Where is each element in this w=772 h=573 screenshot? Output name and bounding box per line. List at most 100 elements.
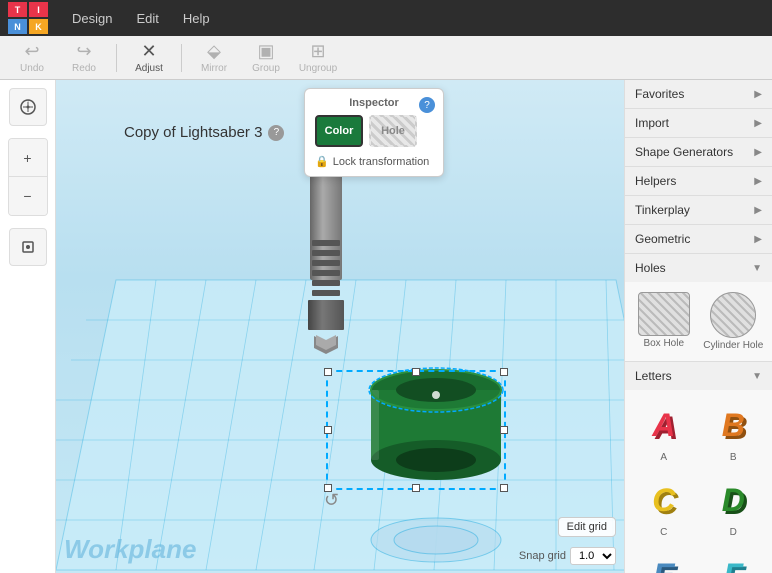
letter-a-item[interactable]: A A xyxy=(631,396,697,467)
chevron-shapegen: ▶ xyxy=(754,147,762,158)
menu-edit[interactable]: Edit xyxy=(124,0,170,36)
logo-cell-bl: N xyxy=(8,19,27,34)
letter-c-item[interactable]: C C xyxy=(631,471,697,542)
lock-label: Lock transformation xyxy=(333,156,430,168)
left-nav-panel: N + − xyxy=(0,80,56,573)
section-holes-header[interactable]: Holes ▼ xyxy=(625,254,772,282)
section-letters: Letters ▼ A A B B C C xyxy=(625,362,772,573)
letter-b-shape: B xyxy=(708,400,758,450)
compass-icon: N xyxy=(19,98,37,116)
ungroup-label: Ungroup xyxy=(299,63,337,74)
toolbar: ↩ Undo ↪ Redo ✕ Adjust ⬙ Mirror ▣ Group … xyxy=(0,36,772,80)
redo-button[interactable]: ↪ Redo xyxy=(60,39,108,77)
fit-icon xyxy=(20,239,36,255)
shapegen-label: Shape Generators xyxy=(635,145,733,159)
ungroup-icon: ⊞ xyxy=(310,41,325,62)
section-helpers-header[interactable]: Helpers ▶ xyxy=(625,167,772,195)
cylinder-hole-shape xyxy=(710,292,756,338)
chevron-geometric: ▶ xyxy=(754,234,762,245)
cylinder-hole-label: Cylinder Hole xyxy=(703,340,763,351)
snap-grid-select[interactable]: 1.0 0.5 0.1 2.0 xyxy=(570,547,616,565)
viewport[interactable]: Copy of Lightsaber 3 ? xyxy=(56,80,624,573)
redo-icon: ↪ xyxy=(76,41,91,62)
section-geometric: Geometric ▶ xyxy=(625,225,772,254)
edit-grid-button[interactable]: Edit grid xyxy=(558,517,616,537)
group-button[interactable]: ▣ Group xyxy=(242,39,290,77)
menu-design[interactable]: Design xyxy=(60,0,124,36)
letters-grid: A A B B C C D D xyxy=(631,396,766,573)
letter-c-label: C xyxy=(660,527,667,538)
favorites-label: Favorites xyxy=(635,87,684,101)
section-favorites: Favorites ▶ xyxy=(625,80,772,109)
inspector-colors: Color Hole xyxy=(315,115,433,147)
hole-label: Hole xyxy=(381,125,405,137)
letter-e-item[interactable]: E E xyxy=(631,546,697,573)
section-import-header[interactable]: Import ▶ xyxy=(625,109,772,137)
help-badge[interactable]: ? xyxy=(268,125,284,141)
undo-button[interactable]: ↩ Undo xyxy=(8,39,56,77)
holes-grid: Box Hole Cylinder Hole xyxy=(631,288,766,355)
letter-b-item[interactable]: B B xyxy=(701,396,767,467)
mirror-icon: ⬙ xyxy=(207,41,221,62)
letter-f-item[interactable]: F F xyxy=(701,546,767,573)
separator-2 xyxy=(181,44,182,72)
ungroup-button[interactable]: ⊞ Ungroup xyxy=(294,39,342,77)
holes-content: Box Hole Cylinder Hole xyxy=(625,282,772,361)
section-tinkerplay-header[interactable]: Tinkerplay ▶ xyxy=(625,196,772,224)
section-shapegen-header[interactable]: Shape Generators ▶ xyxy=(625,138,772,166)
mirror-button[interactable]: ⬙ Mirror xyxy=(190,39,238,77)
letter-f-shape: F xyxy=(708,550,758,573)
tinkerplay-label: Tinkerplay xyxy=(635,203,690,217)
adjust-label: Adjust xyxy=(135,63,163,74)
hole-button[interactable]: Hole xyxy=(369,115,417,147)
inspector-title: Inspector xyxy=(315,97,433,109)
color-label: Color xyxy=(325,125,354,137)
letters-label: Letters xyxy=(635,369,672,383)
helpers-label: Helpers xyxy=(635,174,676,188)
view-controls: + − xyxy=(8,138,48,216)
section-letters-header[interactable]: Letters ▼ xyxy=(625,362,772,390)
letter-d-shape: D xyxy=(708,475,758,525)
home-view-btn[interactable]: N xyxy=(9,88,47,126)
letter-a-shape: A xyxy=(639,400,689,450)
geometric-label: Geometric xyxy=(635,232,690,246)
zoom-out-btn[interactable]: − xyxy=(9,177,47,215)
menu-bar: T I N K Design Edit Help xyxy=(0,0,772,36)
chevron-import: ▶ xyxy=(754,118,762,129)
snap-grid-area: Snap grid 1.0 0.5 0.1 2.0 xyxy=(519,547,616,565)
cylinder-hole-item[interactable]: Cylinder Hole xyxy=(701,288,767,355)
tinkercad-logo[interactable]: T I N K xyxy=(8,2,48,34)
group-label: Group xyxy=(252,63,280,74)
section-geometric-header[interactable]: Geometric ▶ xyxy=(625,225,772,253)
section-holes: Holes ▼ Box Hole Cylinder Hole xyxy=(625,254,772,362)
fit-view-btn[interactable] xyxy=(9,228,47,266)
section-helpers: Helpers ▶ xyxy=(625,167,772,196)
box-hole-item[interactable]: Box Hole xyxy=(631,288,697,355)
section-shapegen: Shape Generators ▶ xyxy=(625,138,772,167)
project-title-area: Copy of Lightsaber 3 ? xyxy=(116,116,292,149)
project-title: Copy of Lightsaber 3 xyxy=(124,124,262,141)
import-label: Import xyxy=(635,116,669,130)
rotate-handle[interactable]: ↺ xyxy=(324,490,339,511)
lock-icon: 🔒 xyxy=(315,155,329,168)
color-button[interactable]: Color xyxy=(315,115,363,147)
chevron-letters: ▼ xyxy=(752,371,762,382)
adjust-button[interactable]: ✕ Adjust xyxy=(125,39,173,77)
box-hole-label: Box Hole xyxy=(643,338,684,349)
svg-text:N: N xyxy=(26,99,28,103)
menu-help[interactable]: Help xyxy=(171,0,222,36)
zoom-in-btn[interactable]: + xyxy=(9,139,47,177)
group-icon: ▣ xyxy=(257,41,274,62)
snap-grid-label: Snap grid xyxy=(519,550,566,562)
inspector-help-btn[interactable]: ? xyxy=(419,97,435,113)
right-panel: Favorites ▶ Import ▶ Shape Generators ▶ … xyxy=(624,80,772,573)
chevron-favorites: ▶ xyxy=(754,89,762,100)
redo-label: Redo xyxy=(72,63,96,74)
letters-content: A A B B C C D D xyxy=(625,390,772,573)
section-tinkerplay: Tinkerplay ▶ xyxy=(625,196,772,225)
letter-d-item[interactable]: D D xyxy=(701,471,767,542)
lock-transformation[interactable]: 🔒 Lock transformation xyxy=(315,155,433,168)
section-favorites-header[interactable]: Favorites ▶ xyxy=(625,80,772,108)
box-hole-shape xyxy=(638,292,690,336)
separator-1 xyxy=(116,44,117,72)
